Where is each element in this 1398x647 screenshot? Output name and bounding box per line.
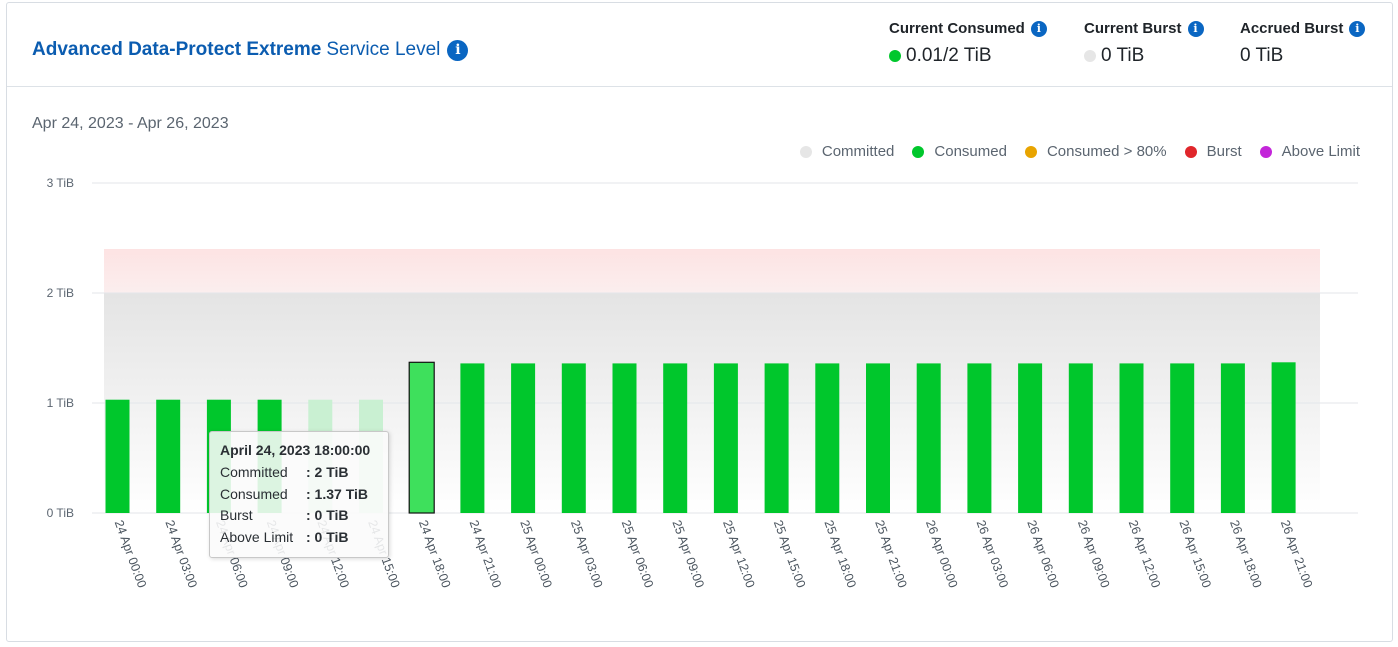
x-tick-label: 25 Apr 15:00 (771, 518, 808, 589)
bar (156, 399, 181, 513)
x-tick-label: 24 Apr 00:00 (112, 518, 149, 589)
x-tick-label: 25 Apr 21:00 (872, 518, 909, 589)
x-tick-label: 26 Apr 00:00 (923, 518, 960, 589)
tooltip-value: : 0 TiB (306, 528, 349, 545)
tooltip-title: April 24, 2023 18:00:00 (220, 442, 371, 458)
bar (713, 363, 738, 513)
y-tick-label: 0 TiB (47, 506, 74, 520)
x-tick-label: 24 Apr 18:00 (416, 518, 453, 589)
bar (967, 363, 992, 513)
x-tick-label: 25 Apr 03:00 (568, 518, 605, 589)
y-tick-label: 2 TiB (47, 286, 74, 300)
x-tick-label: 25 Apr 00:00 (517, 518, 554, 589)
x-tick-label: 25 Apr 12:00 (720, 518, 757, 589)
bar (408, 361, 435, 514)
chart-tooltip: April 24, 2023 18:00:00 Committed : 2 Ti… (209, 431, 389, 558)
y-tick-label: 3 TiB (47, 176, 74, 190)
x-tick-label: 25 Apr 06:00 (619, 518, 656, 589)
x-tick-label: 26 Apr 06:00 (1024, 518, 1061, 589)
bar (815, 363, 840, 513)
bar (1018, 363, 1043, 513)
bar (561, 363, 586, 513)
tooltip-key: Consumed (220, 485, 288, 502)
bar (1271, 362, 1296, 513)
tooltip-row: Committed : 2 TiB (220, 462, 378, 484)
x-tick-label: 26 Apr 18:00 (1227, 518, 1264, 589)
tooltip-key: Burst (220, 507, 253, 523)
x-tick-label: 26 Apr 21:00 (1278, 518, 1315, 589)
bar (460, 363, 485, 513)
x-tick-label: 26 Apr 09:00 (1075, 518, 1112, 589)
bar (764, 363, 789, 513)
tooltip-row: Above Limit : 0 TiB (220, 527, 378, 549)
y-tick-label: 1 TiB (47, 396, 74, 410)
x-tick-label: 25 Apr 09:00 (669, 518, 706, 589)
bar (1068, 363, 1093, 513)
tooltip-key: Above Limit (220, 528, 294, 545)
tooltip-value: : 1.37 TiB (306, 485, 368, 502)
tooltip-key: Committed (220, 464, 288, 480)
bar (1119, 363, 1144, 513)
tooltip-row: Consumed : 1.37 TiB (220, 484, 378, 506)
bar (1170, 363, 1195, 513)
tooltip-value: : 0 TiB (306, 507, 349, 523)
bar (663, 363, 688, 513)
x-tick-label: 26 Apr 15:00 (1176, 518, 1213, 589)
tooltip-value: : 2 TiB (306, 464, 349, 480)
x-tick-label: 24 Apr 03:00 (162, 518, 199, 589)
above-limit-band (104, 249, 1320, 293)
x-tick-label: 26 Apr 03:00 (974, 518, 1011, 589)
bar (511, 363, 536, 513)
bar (105, 399, 130, 513)
x-tick-label: 24 Apr 21:00 (467, 518, 504, 589)
bar (1220, 363, 1245, 513)
x-tick-label: 25 Apr 18:00 (821, 518, 858, 589)
x-tick-label: 26 Apr 12:00 (1126, 518, 1163, 589)
tooltip-row: Burst : 0 TiB (220, 505, 378, 527)
bar (866, 363, 890, 513)
bar (916, 363, 941, 513)
bar (612, 363, 637, 513)
